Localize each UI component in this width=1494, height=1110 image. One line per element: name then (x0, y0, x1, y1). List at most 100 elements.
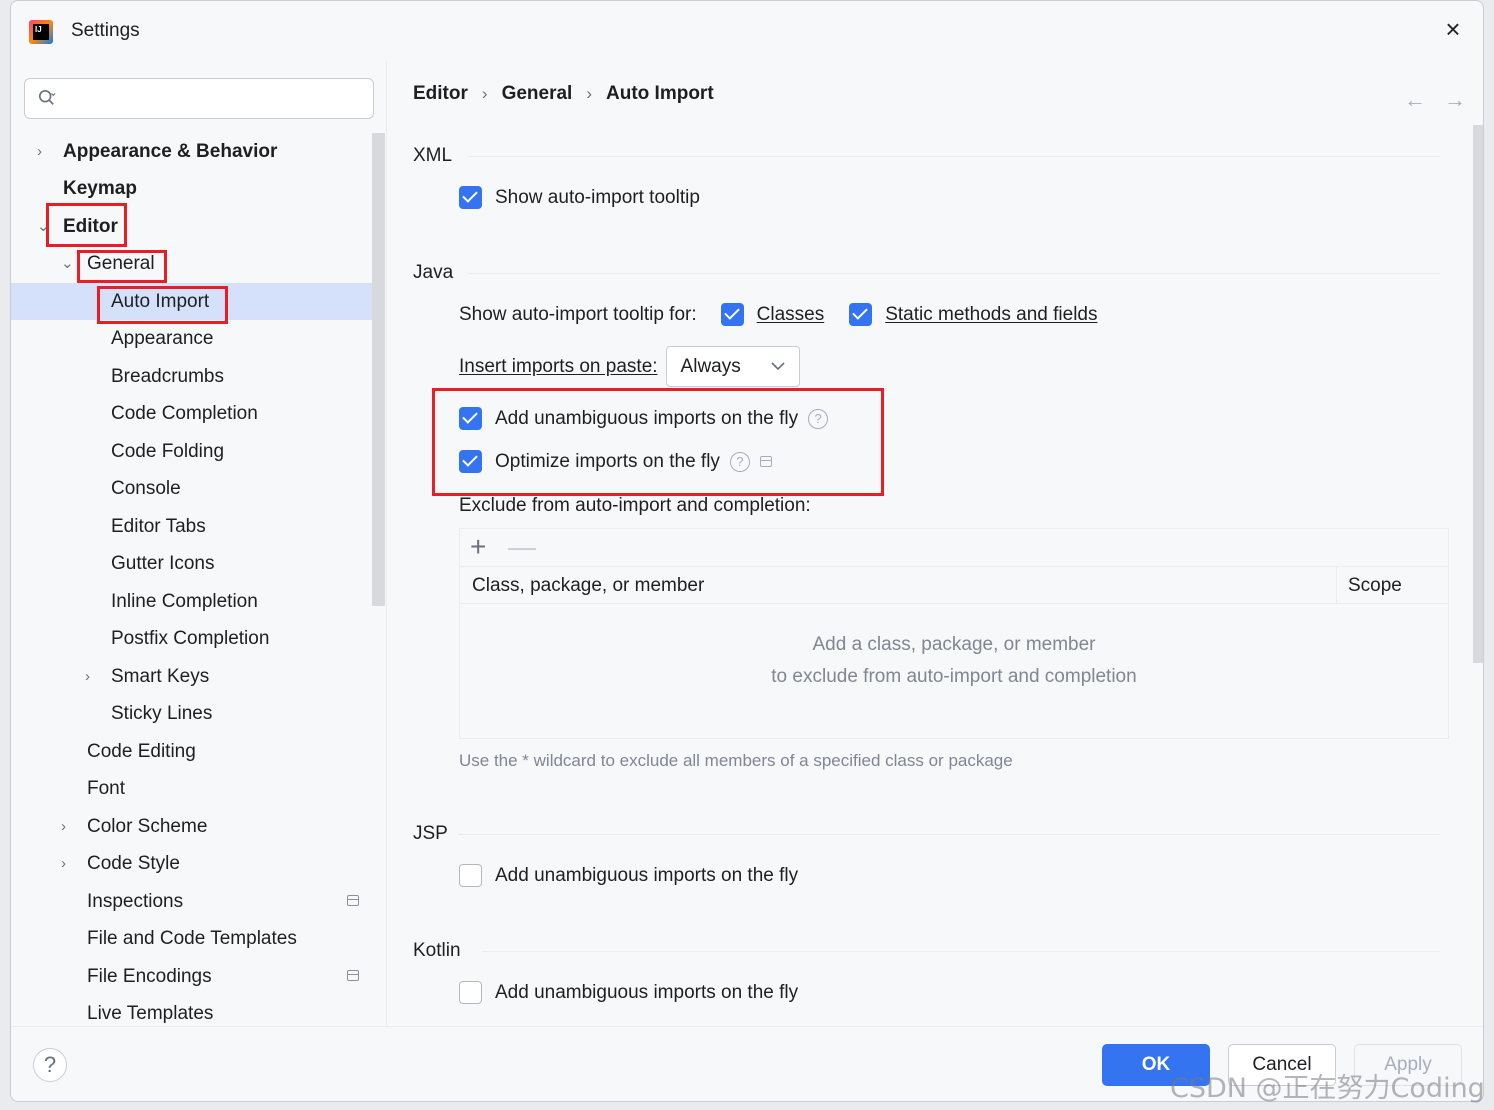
section-title-jsp: JSP (413, 823, 448, 844)
column-header-scope[interactable]: Scope (1336, 567, 1402, 604)
tree-item-smart-keys[interactable]: › Smart Keys (11, 658, 385, 695)
tree-item-label: Sticky Lines (111, 703, 213, 724)
forward-arrow-icon[interactable]: → (1444, 87, 1466, 113)
table-header: Class, package, or member Scope (460, 566, 1448, 604)
sidebar-scrollbar[interactable] (372, 133, 385, 606)
tree-item-label: Auto Import (111, 291, 210, 312)
tree-item-sticky-lines[interactable]: Sticky Lines (11, 695, 385, 732)
help-icon[interactable]: ? (729, 451, 750, 472)
tree-item-label: Code Completion (111, 403, 258, 424)
chevron-right-icon[interactable]: › (61, 845, 75, 882)
dropdown-value: Always (680, 355, 741, 377)
breadcrumb-separator-icon: › (586, 84, 592, 103)
tree-item-color-scheme[interactable]: › Color Scheme (11, 808, 385, 845)
watermark: CSDN @正在努力Coding (1170, 1073, 1485, 1104)
tree-item-editor-tabs[interactable]: Editor Tabs (11, 508, 385, 545)
classes-label[interactable]: Classes (757, 304, 825, 326)
checkbox-label: Optimize imports on the fly (495, 450, 720, 472)
section-title-java: Java (413, 262, 454, 283)
search-input[interactable] (24, 78, 374, 119)
exclude-table: + — Class, package, or member Scope Add … (459, 528, 1449, 739)
tree-item-label: File and Code Templates (87, 928, 297, 949)
tree-item-file-code-templates[interactable]: File and Code Templates (11, 920, 385, 957)
tree-item-code-folding[interactable]: Code Folding (11, 433, 385, 470)
tree-item-label: Code Style (87, 853, 180, 874)
insert-imports-dropdown[interactable]: Always (665, 346, 800, 387)
java-tooltip-for-row: Show auto-import tooltip for: Classes St… (459, 303, 1098, 326)
tree-item-postfix-completion[interactable]: Postfix Completion (11, 620, 385, 657)
tree-item-label: Smart Keys (111, 666, 210, 687)
insert-imports-label: Insert imports on paste: (459, 355, 658, 377)
optimize-imports-checkbox[interactable] (459, 450, 482, 473)
tree-item-code-editing[interactable]: Code Editing (11, 733, 385, 770)
settings-sidebar: › Appearance & Behavior Keymap ⌄ Editor … (11, 61, 387, 1026)
add-unambiguous-row[interactable]: Add unambiguous imports on the fly ? (459, 407, 829, 430)
jsp-add-unambiguous-checkbox[interactable] (459, 864, 482, 887)
tree-item-code-style[interactable]: › Code Style (11, 845, 385, 882)
checkbox-label: Add unambiguous imports on the fly (495, 407, 799, 429)
tree-item-appearance-behavior[interactable]: › Appearance & Behavior (11, 133, 385, 170)
tree-item-label: Code Editing (87, 741, 196, 762)
chevron-down-icon[interactable]: ⌄ (37, 208, 51, 245)
wildcard-hint: Use the * wildcard to exclude all member… (459, 751, 1013, 770)
breadcrumb: Editor › General › Auto Import (413, 83, 714, 105)
checkbox-label: Add unambiguous imports on the fly (495, 864, 799, 886)
tree-item-label: File Encodings (87, 966, 212, 987)
help-icon[interactable]: ? (808, 408, 829, 429)
tree-item-appearance[interactable]: Appearance (11, 320, 385, 357)
breadcrumb-editor[interactable]: Editor (413, 83, 468, 105)
add-unambiguous-checkbox[interactable] (459, 407, 482, 430)
kotlin-add-unambiguous-checkbox[interactable] (459, 981, 482, 1004)
tree-item-editor[interactable]: ⌄ Editor (11, 208, 385, 245)
help-button[interactable]: ? (33, 1048, 67, 1082)
tree-item-label: Appearance & Behavior (63, 141, 278, 162)
classes-checkbox[interactable] (720, 303, 744, 326)
tree-item-label: Code Folding (111, 441, 225, 462)
xml-show-tooltip-row[interactable]: Show auto-import tooltip (459, 186, 700, 209)
breadcrumb-general[interactable]: General (502, 83, 573, 105)
optimize-imports-row[interactable]: Optimize imports on the fly ? (459, 450, 772, 473)
empty-line-2: to exclude from auto-import and completi… (771, 666, 1137, 687)
breadcrumb-separator-icon: › (481, 84, 488, 103)
tree-item-breadcrumbs[interactable]: Breadcrumbs (11, 358, 385, 395)
tree-item-keymap[interactable]: Keymap (11, 170, 385, 207)
section-title-kotlin: Kotlin (413, 940, 461, 961)
tree-item-label: Editor (63, 216, 118, 237)
static-methods-label[interactable]: Static methods and fields (885, 304, 1097, 326)
tree-item-label: Color Scheme (87, 816, 208, 837)
column-header-class[interactable]: Class, package, or member (472, 567, 704, 605)
project-level-icon (347, 970, 359, 981)
insert-imports-row: Insert imports on paste: Always (459, 346, 800, 387)
jsp-add-unambiguous-row[interactable]: Add unambiguous imports on the fly (459, 864, 798, 887)
back-arrow-icon[interactable]: ← (1404, 87, 1426, 113)
close-icon[interactable]: × (1441, 16, 1465, 42)
chevron-right-icon[interactable]: › (85, 658, 99, 695)
add-icon[interactable]: + (470, 531, 486, 563)
tree-item-code-completion[interactable]: Code Completion (11, 395, 385, 432)
static-methods-checkbox[interactable] (849, 303, 873, 326)
tree-item-label: Breadcrumbs (111, 366, 224, 387)
tree-item-general[interactable]: ⌄ General (11, 245, 385, 282)
chevron-right-icon[interactable]: › (61, 808, 75, 845)
chevron-right-icon[interactable]: › (37, 133, 51, 170)
chevron-down-icon[interactable]: ⌄ (61, 245, 75, 282)
content-scrollbar[interactable] (1473, 125, 1483, 663)
tree-item-console[interactable]: Console (11, 470, 385, 507)
xml-show-tooltip-checkbox[interactable] (459, 186, 482, 209)
tree-item-file-encodings[interactable]: File Encodings (11, 958, 385, 995)
checkbox-label: Show auto-import tooltip (495, 186, 700, 208)
tree-item-gutter-icons[interactable]: Gutter Icons (11, 545, 385, 582)
tree-item-inspections[interactable]: Inspections (11, 883, 385, 920)
kotlin-add-unambiguous-row[interactable]: Add unambiguous imports on the fly (459, 981, 798, 1004)
tree-item-auto-import[interactable]: Auto Import (11, 283, 385, 320)
tree-item-label: Font (87, 778, 126, 799)
section-divider (458, 834, 1440, 835)
tree-item-font[interactable]: Font (11, 770, 385, 807)
tree-item-label: Postfix Completion (111, 628, 270, 649)
section-title-xml: XML (413, 145, 453, 166)
tree-item-label: Inspections (87, 891, 184, 912)
window-title: Settings (71, 20, 140, 41)
tree-item-inline-completion[interactable]: Inline Completion (11, 583, 385, 620)
annotation-box-on-the-fly (432, 388, 884, 496)
section-divider (468, 156, 1440, 157)
